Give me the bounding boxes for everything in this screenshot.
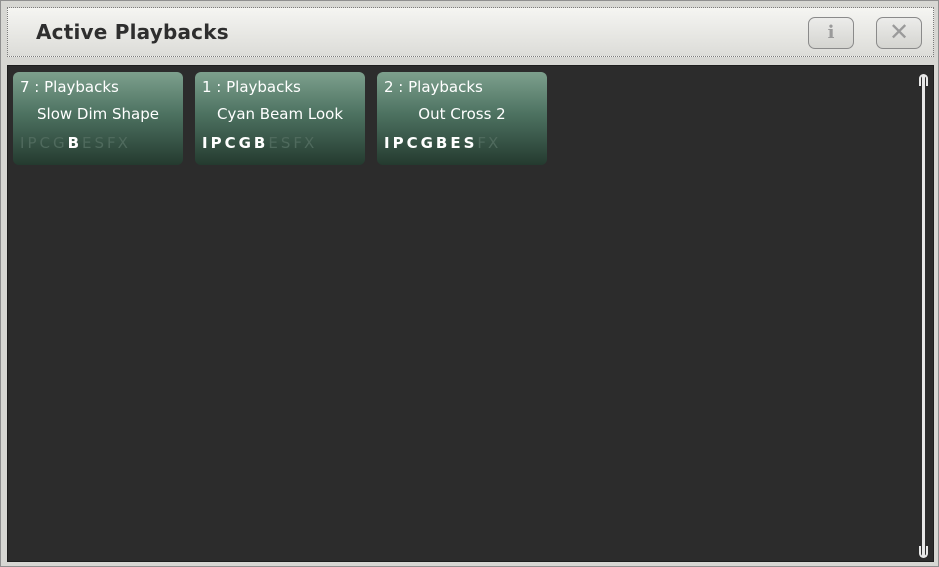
info-button[interactable]: i [808,17,854,49]
playback-flags: IPCGBESFX [20,134,131,152]
flag-b: B [435,134,450,152]
flag-g: G [52,134,67,152]
playback-flags: IPCGBESFX [202,134,317,152]
flag-b: B [67,134,82,152]
flag-b: B [253,134,268,152]
flag-e: E [82,134,94,152]
flag-p: P [27,134,39,152]
title-bar: Active Playbacks i ✕ [7,7,934,57]
flag-g: G [420,134,435,152]
flag-p: P [210,134,224,152]
flag-g: G [238,134,253,152]
window-title: Active Playbacks [36,20,229,44]
close-icon: ✕ [888,18,910,46]
playback-name: Out Cross 2 [418,105,506,123]
playback-header: 7 : Playbacks [20,78,119,96]
playback-tile[interactable]: 1 : Playbacks Cyan Beam Look IPCGBESFX [195,72,365,165]
playback-header: 2 : Playbacks [384,78,483,96]
active-playbacks-window: Active Playbacks i ✕ 7 : Playbacks Slow … [0,0,939,567]
close-button[interactable]: ✕ [876,17,922,49]
flag-c: C [224,134,238,152]
flag-c: C [39,134,52,152]
flag-e: E [268,134,280,152]
playback-tile[interactable]: 2 : Playbacks Out Cross 2 IPCGBESFX [377,72,547,165]
playback-tile[interactable]: 7 : Playbacks Slow Dim Shape IPCGBESFX [13,72,183,165]
playback-header: 1 : Playbacks [202,78,301,96]
flag-i: I [202,134,210,152]
flag-i: I [20,134,27,152]
playback-list: 7 : Playbacks Slow Dim Shape IPCGBESFX 1… [7,65,934,562]
flag-s: S [280,134,293,152]
flag-e: E [450,134,463,152]
playback-name: Cyan Beam Look [216,105,344,123]
playback-name: Slow Dim Shape [37,105,159,123]
info-icon: i [827,22,835,43]
flag-fx: FX [477,134,501,152]
flag-s: S [94,134,107,152]
flag-p: P [392,134,406,152]
flag-fx: FX [107,134,130,152]
scrollbar-track[interactable] [922,76,925,556]
playback-flags: IPCGBESFX [384,134,501,152]
flag-i: I [384,134,392,152]
flag-c: C [406,134,420,152]
flag-fx: FX [293,134,317,152]
vertical-scrollbar[interactable] [915,74,931,558]
scrollbar-cap-bottom [919,546,928,558]
flag-s: S [463,134,477,152]
